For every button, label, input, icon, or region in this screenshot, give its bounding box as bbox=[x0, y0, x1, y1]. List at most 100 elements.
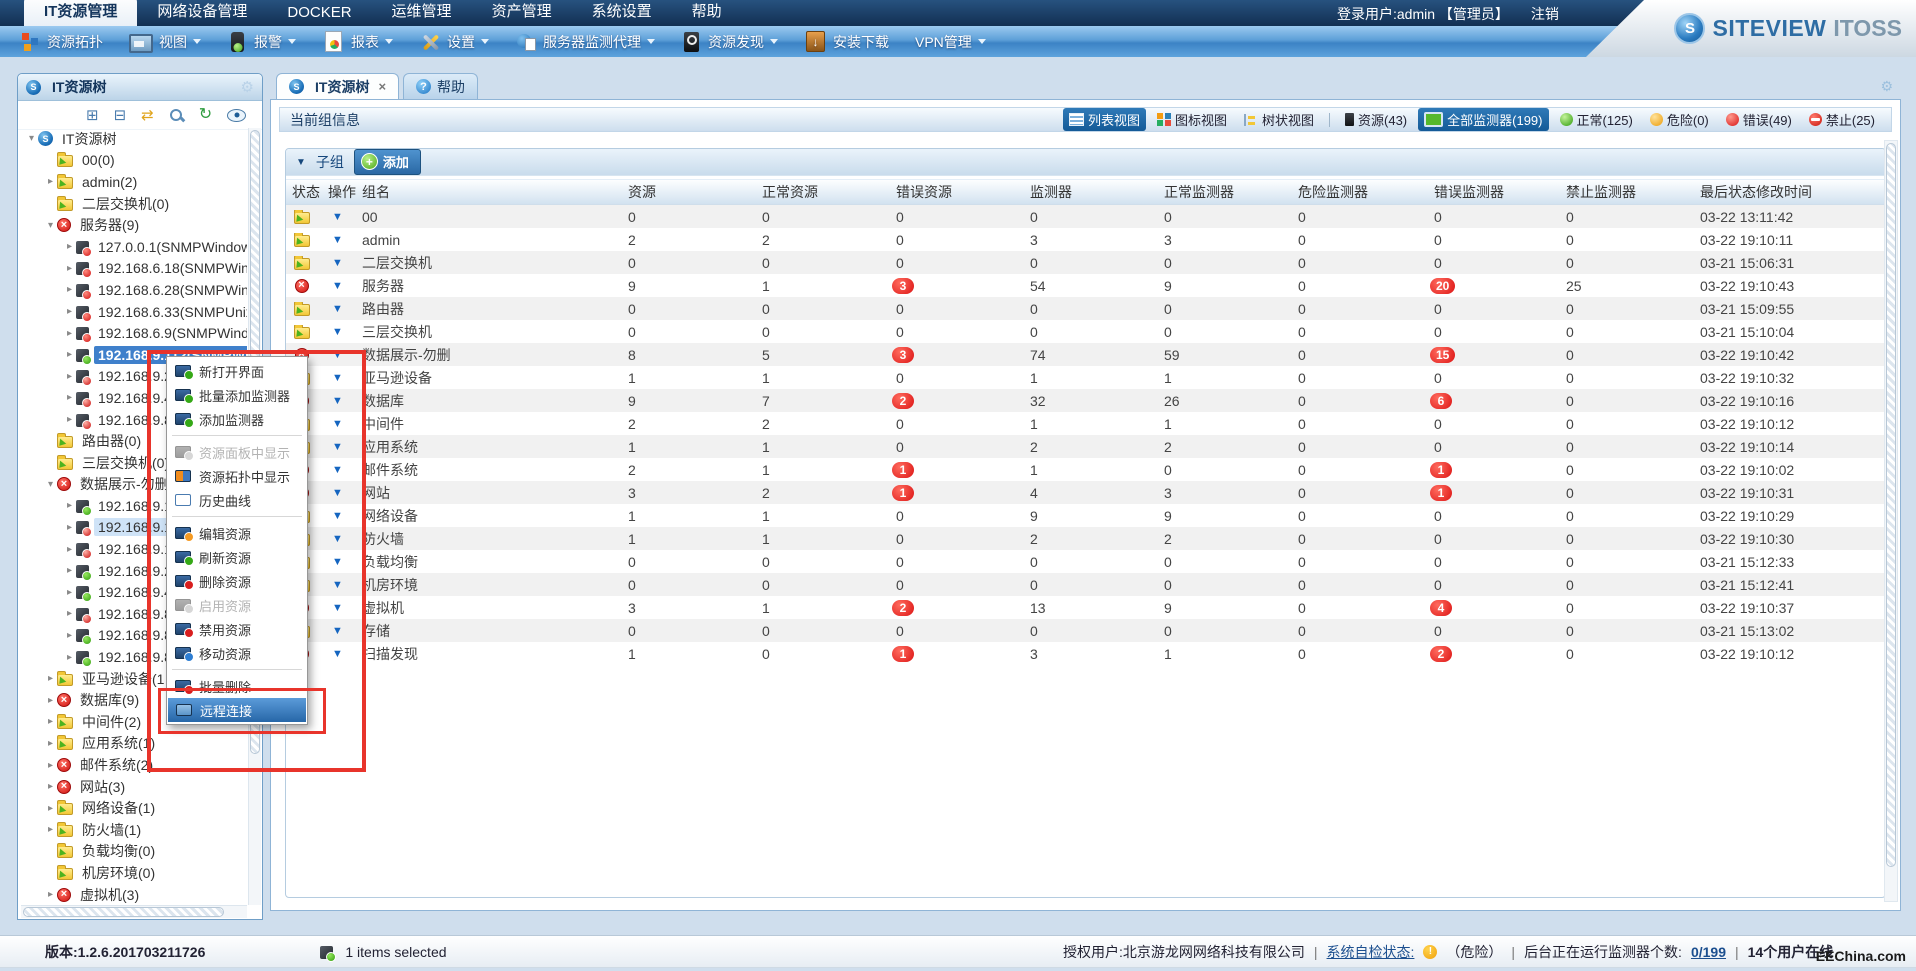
toolbar-item-resource-topology[interactable]: 资源拓扑 bbox=[10, 29, 112, 55]
expand-closed-icon[interactable]: ▸ bbox=[63, 349, 76, 360]
expand-closed-icon[interactable]: ▸ bbox=[63, 608, 76, 619]
menubar-item-network-device-mgmt[interactable]: 网络设备管理 bbox=[137, 0, 267, 26]
row-action-button[interactable]: ▼ bbox=[322, 533, 356, 545]
counter-button-all-monitors[interactable]: 全部监测器(199) bbox=[1418, 108, 1549, 131]
row-action-button[interactable]: ▼ bbox=[322, 349, 356, 361]
close-icon[interactable]: × bbox=[378, 79, 386, 94]
toolbar-item-report[interactable]: 报表 bbox=[313, 28, 402, 55]
swap-icon[interactable]: ⇄ bbox=[141, 108, 154, 123]
expand-open-icon[interactable]: ▾ bbox=[25, 133, 38, 144]
context-menu-item-batch-add-monitor[interactable]: 批量添加监测器 bbox=[167, 383, 307, 407]
refresh-icon[interactable]: ↻ bbox=[199, 107, 212, 123]
row-action-button[interactable]: ▼ bbox=[322, 441, 356, 453]
expand-open-icon[interactable]: ▾ bbox=[44, 479, 57, 490]
menubar-item-it-resource-mgmt[interactable]: IT资源管理 bbox=[24, 0, 138, 26]
row-action-button[interactable]: ▼ bbox=[322, 395, 356, 407]
context-menu-item-disable-resource[interactable]: 禁用资源 bbox=[167, 617, 307, 641]
context-menu-item-move-resource[interactable]: 移动资源 bbox=[167, 641, 307, 665]
context-menu-item-show-in-topology[interactable]: 资源拓扑中显示 bbox=[167, 464, 307, 488]
row-action-button[interactable]: ▼ bbox=[322, 625, 356, 637]
row-action-button[interactable]: ▼ bbox=[322, 372, 356, 384]
tree-node[interactable]: ▾ IT资源树 bbox=[21, 128, 247, 150]
toolbar-item-install-download[interactable]: 安装下载 bbox=[795, 28, 898, 55]
table-vertical-scrollbar[interactable] bbox=[1884, 140, 1898, 902]
expand-closed-icon[interactable]: ▸ bbox=[63, 328, 76, 339]
row-action-button[interactable]: ▼ bbox=[322, 234, 356, 246]
row-action-button[interactable]: ▼ bbox=[322, 602, 356, 614]
row-action-button[interactable]: ▼ bbox=[322, 510, 356, 522]
menubar-item-docker[interactable]: DOCKER bbox=[267, 0, 371, 26]
expand-closed-icon[interactable]: ▸ bbox=[63, 263, 76, 274]
tree-node[interactable]: ▸ 192.168.6.9(SNMPWindow bbox=[21, 322, 247, 344]
view-button-icon-view[interactable]: 图标视图 bbox=[1151, 108, 1233, 131]
counter-button-forbidden[interactable]: 禁止(25) bbox=[1803, 108, 1881, 131]
tab-it-resource-tree[interactable]: IT资源树 × bbox=[276, 73, 400, 99]
context-menu-item-add-monitor[interactable]: 添加监测器 bbox=[167, 407, 307, 431]
expand-closed-icon[interactable]: ▸ bbox=[63, 565, 76, 576]
collapse-all-icon[interactable]: ⊟ bbox=[114, 108, 127, 123]
tree-node[interactable]: ▸ 127.0.0.1(SNMPWindows) bbox=[21, 236, 247, 258]
toolbar-item-server-monitor-agent[interactable]: 服务器监测代理 bbox=[506, 29, 664, 55]
expand-closed-icon[interactable]: ▸ bbox=[44, 760, 57, 771]
row-action-button[interactable]: ▼ bbox=[322, 280, 356, 292]
counter-button-error[interactable]: 错误(49) bbox=[1720, 108, 1798, 131]
expand-all-icon[interactable]: ⊞ bbox=[86, 108, 99, 123]
scrollbar-thumb[interactable] bbox=[23, 907, 224, 917]
row-action-button[interactable]: ▼ bbox=[322, 648, 356, 660]
tree-node[interactable]: 负载均衡(0) bbox=[21, 841, 247, 863]
row-action-button[interactable]: ▼ bbox=[322, 579, 356, 591]
row-action-button[interactable]: ▼ bbox=[322, 464, 356, 476]
expand-closed-icon[interactable]: ▸ bbox=[63, 306, 76, 317]
eye-icon[interactable] bbox=[227, 108, 247, 122]
search-icon[interactable] bbox=[169, 108, 184, 123]
add-button[interactable]: + 添加 bbox=[353, 149, 421, 175]
sidebar-horizontal-scrollbar[interactable] bbox=[21, 905, 247, 918]
tab-help[interactable]: ? 帮助 bbox=[403, 73, 479, 99]
toolbar-item-settings[interactable]: 设置 bbox=[410, 29, 498, 55]
context-menu-item-open-new-window[interactable]: 新打开界面 bbox=[167, 359, 307, 383]
expand-closed-icon[interactable]: ▸ bbox=[63, 630, 76, 641]
row-action-button[interactable]: ▼ bbox=[322, 211, 356, 223]
row-action-button[interactable]: ▼ bbox=[322, 257, 356, 269]
tree-node[interactable]: ▸ 192.168.6.18(SNMPWindo bbox=[21, 258, 247, 280]
expand-closed-icon[interactable]: ▸ bbox=[63, 414, 76, 425]
collapse-caret-icon[interactable]: ▼ bbox=[296, 157, 306, 168]
gear-icon[interactable]: ⚙ bbox=[241, 78, 254, 96]
expand-closed-icon[interactable]: ▸ bbox=[63, 284, 76, 295]
context-menu-item-remote-connect[interactable]: 远程连接 bbox=[168, 698, 306, 722]
tree-node[interactable]: ▸ 192.168.6.28(SNMPWindo bbox=[21, 279, 247, 301]
tree-node[interactable]: 机房环境(0) bbox=[21, 862, 247, 884]
tree-node[interactable]: ▸ 网站(3) bbox=[21, 776, 247, 798]
view-button-list-view[interactable]: 列表视图 bbox=[1062, 108, 1146, 131]
row-action-button[interactable]: ▼ bbox=[322, 556, 356, 568]
menubar-item-help[interactable]: 帮助 bbox=[672, 0, 742, 26]
tree-node[interactable]: 00(0) bbox=[21, 150, 247, 172]
counter-button-resources[interactable]: 资源(43) bbox=[1339, 108, 1413, 131]
menubar-item-ops-mgmt[interactable]: 运维管理 bbox=[372, 0, 472, 26]
tree-node[interactable]: 二层交换机(0) bbox=[21, 193, 247, 215]
running-monitors-link[interactable]: 0/199 bbox=[1691, 944, 1726, 960]
expand-closed-icon[interactable]: ▸ bbox=[63, 522, 76, 533]
expand-closed-icon[interactable]: ▸ bbox=[63, 371, 76, 382]
expand-closed-icon[interactable]: ▸ bbox=[63, 544, 76, 555]
menubar-item-asset-mgmt[interactable]: 资产管理 bbox=[472, 0, 572, 26]
expand-closed-icon[interactable]: ▸ bbox=[63, 500, 76, 511]
view-button-tree-view[interactable]: 树状视图 bbox=[1238, 108, 1320, 131]
tree-node[interactable]: ▸ 邮件系统(2) bbox=[21, 754, 247, 776]
expand-closed-icon[interactable]: ▸ bbox=[63, 241, 76, 252]
gear-icon[interactable]: ⚙ bbox=[1880, 78, 1893, 95]
logout-link[interactable]: 注销 bbox=[1531, 4, 1559, 24]
counter-button-danger[interactable]: 危险(0) bbox=[1644, 108, 1715, 131]
row-action-button[interactable]: ▼ bbox=[322, 418, 356, 430]
context-menu-item-delete-resource[interactable]: 删除资源 bbox=[167, 569, 307, 593]
row-action-button[interactable]: ▼ bbox=[322, 303, 356, 315]
toolbar-item-alarm[interactable]: 报警 bbox=[218, 29, 305, 55]
context-menu-item-history-curve[interactable]: 历史曲线 bbox=[167, 488, 307, 512]
expand-closed-icon[interactable]: ▸ bbox=[44, 695, 57, 706]
tree-node[interactable]: ▸ 192.168.6.33(SNMPUnix) bbox=[21, 301, 247, 323]
tree-node[interactable]: ▸ 防火墙(1) bbox=[21, 819, 247, 841]
expand-closed-icon[interactable]: ▸ bbox=[63, 392, 76, 403]
row-action-button[interactable]: ▼ bbox=[322, 326, 356, 338]
row-action-button[interactable]: ▼ bbox=[322, 487, 356, 499]
expand-open-icon[interactable]: ▾ bbox=[44, 220, 57, 231]
